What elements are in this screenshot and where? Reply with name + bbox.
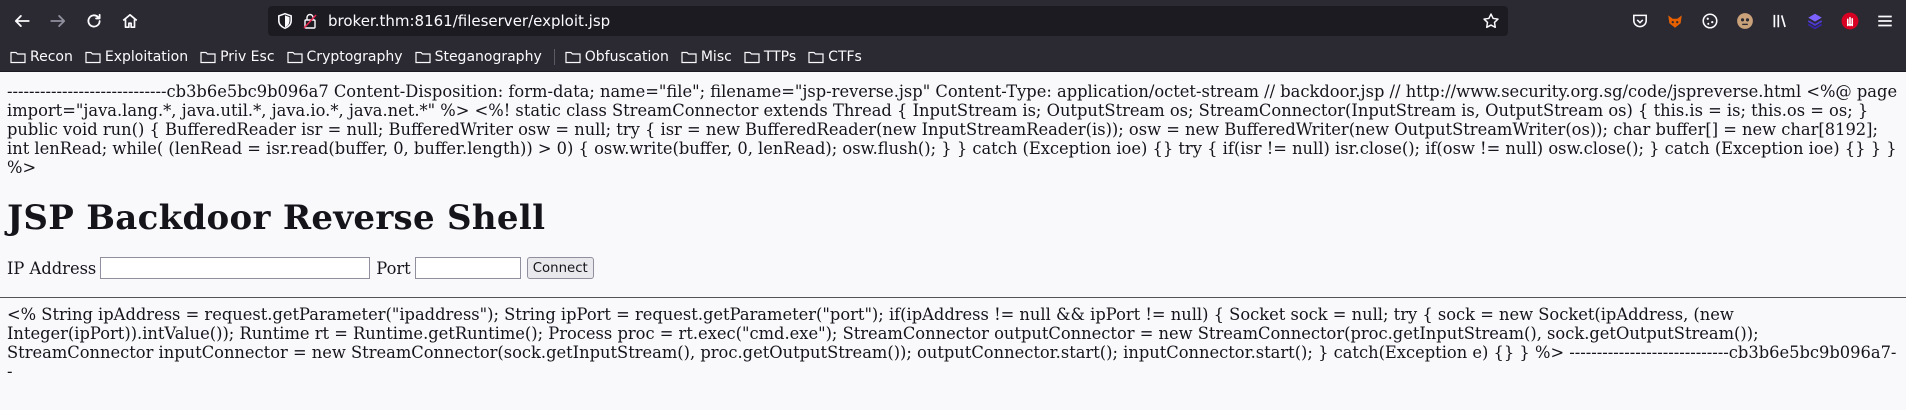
reverse-shell-form: IP Address Port Connect xyxy=(7,256,1899,280)
connect-button[interactable]: Connect xyxy=(526,257,594,279)
bookmark-star-icon[interactable] xyxy=(1482,12,1500,30)
forward-button[interactable] xyxy=(41,4,75,38)
pocket-icon[interactable] xyxy=(1630,11,1650,31)
page-content: -----------------------------cb3b6e5bc9b… xyxy=(0,72,1906,381)
bookmark-label: Misc xyxy=(700,48,732,65)
bookmark-folder-steganography[interactable]: Steganography xyxy=(414,48,544,65)
browser-toolbar: broker.thm:8161/fileserver/exploit.jsp xyxy=(0,0,1906,42)
reload-icon xyxy=(87,13,101,28)
bookmark-folder-cryptography[interactable]: Cryptography xyxy=(286,48,405,65)
home-button[interactable] xyxy=(113,4,147,38)
url-text[interactable]: broker.thm:8161/fileserver/exploit.jsp xyxy=(328,12,610,30)
forward-arrow-icon xyxy=(50,15,66,27)
tracking-protection-shield-icon[interactable] xyxy=(276,12,294,30)
bookmark-folder-recon[interactable]: Recon xyxy=(10,49,75,65)
ublock-hand-icon[interactable] xyxy=(1840,11,1860,31)
folder-icon xyxy=(414,51,431,63)
bookmark-folder-ttps[interactable]: TTPs xyxy=(744,49,798,65)
bookmark-label: Recon xyxy=(30,48,73,65)
bookmark-label: CTFs xyxy=(828,48,862,65)
bookmark-label: Steganography xyxy=(434,48,542,65)
page-heading: JSP Backdoor Reverse Shell xyxy=(7,198,546,238)
library-icon[interactable] xyxy=(1770,11,1790,31)
bookmark-label: Cryptography xyxy=(306,48,403,65)
divider xyxy=(0,297,1906,298)
cookie-editor-icon[interactable] xyxy=(1700,11,1720,31)
bookmark-folder-misc[interactable]: Misc xyxy=(681,49,734,65)
app-menu-icon[interactable] xyxy=(1875,11,1895,31)
bookmark-folder-obfuscation[interactable]: Obfuscation xyxy=(565,49,671,65)
back-button[interactable] xyxy=(5,4,39,38)
bookmark-label: Priv Esc xyxy=(220,48,275,65)
bookmark-label: Exploitation xyxy=(104,48,189,65)
folder-icon xyxy=(744,51,760,63)
back-arrow-icon xyxy=(14,15,30,27)
bookmark-label: TTPs xyxy=(763,48,797,65)
bookmark-folder-ctfs[interactable]: CTFs xyxy=(808,49,864,65)
source-text-top: -----------------------------cb3b6e5bc9b… xyxy=(7,82,1898,177)
folder-icon xyxy=(808,51,824,63)
folder-icon xyxy=(681,51,697,63)
source-text-bottom: <% String ipAddress = request.getParamet… xyxy=(7,305,1897,381)
bookmarks-separator xyxy=(553,48,555,65)
port-input[interactable] xyxy=(414,257,521,279)
port-label: Port xyxy=(376,258,411,278)
url-bar[interactable]: broker.thm:8161/fileserver/exploit.jsp xyxy=(268,6,1508,36)
wappalyzer-icon[interactable] xyxy=(1805,11,1825,31)
folder-icon xyxy=(565,51,581,63)
reload-button[interactable] xyxy=(77,4,111,38)
home-icon xyxy=(122,13,138,29)
bookmarks-toolbar: Recon Exploitation Priv Esc Cryptography… xyxy=(0,42,1906,72)
ip-address-input[interactable] xyxy=(100,257,371,279)
bookmark-folder-priv-esc[interactable]: Priv Esc xyxy=(200,49,276,65)
folder-icon xyxy=(10,51,26,63)
ip-address-label: IP Address xyxy=(7,258,97,278)
hacktools-icon[interactable] xyxy=(1735,11,1755,31)
folder-icon xyxy=(85,51,101,63)
folder-icon xyxy=(286,51,303,63)
insecure-lock-icon[interactable] xyxy=(302,12,318,30)
foxyproxy-icon[interactable] xyxy=(1665,11,1685,31)
bookmark-label: Obfuscation xyxy=(584,48,669,65)
bookmark-folder-exploitation[interactable]: Exploitation xyxy=(85,49,190,65)
folder-icon xyxy=(200,51,216,63)
